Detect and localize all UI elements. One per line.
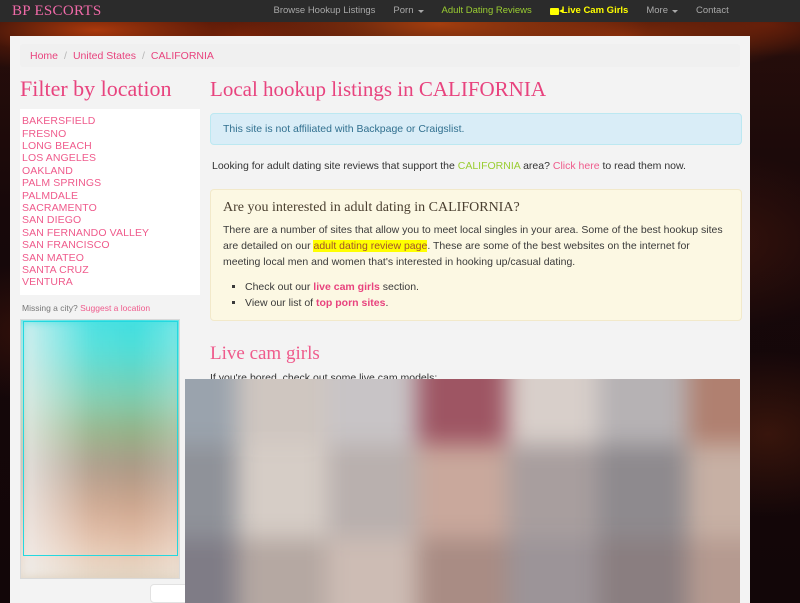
nav-label: Live Cam Girls [561, 5, 629, 16]
cam-thumbnail[interactable] [327, 444, 418, 538]
cam-thumbnail[interactable] [237, 379, 328, 445]
cam-thumbnail[interactable] [687, 379, 740, 445]
breadcrumb-current: CALIFORNIA [150, 49, 214, 62]
chevron-down-icon [417, 9, 424, 13]
adult-dating-info-panel: Are you interested in adult dating in CA… [210, 188, 742, 322]
suggest-location-link[interactable]: Suggest a location [80, 303, 150, 313]
cam-thumbnail[interactable] [507, 444, 598, 538]
sidebar: Filter by location BAKERSFIELD FRESNO LO… [10, 76, 200, 579]
bullet-before: Check out our [245, 280, 314, 293]
site-logo[interactable]: BP ESCORTS [0, 3, 102, 20]
chevron-down-icon [671, 9, 678, 13]
sidebar-item-los-angeles[interactable]: LOS ANGELES [20, 152, 200, 164]
lead-middle: area? [520, 160, 553, 173]
nav-item-adult-dating-reviews[interactable]: Adult Dating Reviews [433, 0, 541, 22]
sidebar-ad-banner[interactable] [20, 318, 180, 579]
cam-thumbnail[interactable] [417, 444, 508, 538]
sidebar-item-long-beach[interactable]: LONG BEACH [20, 140, 200, 152]
nav-label: More [646, 5, 668, 16]
top-porn-sites-link[interactable]: top porn sites [316, 297, 385, 309]
list-item: View our list of top porn sites. [245, 295, 729, 312]
nav-label: Porn [393, 5, 414, 16]
sidebar-item-palm-springs[interactable]: PALM SPRINGS [20, 177, 200, 189]
panel-bullet-list: Check out our live cam girls section. Vi… [223, 279, 729, 313]
sidebar-item-bakersfield[interactable]: BAKERSFIELD [20, 115, 200, 127]
cam-thumbnail[interactable] [185, 444, 238, 538]
page-title: Local hookup listings in CALIFORNIA [210, 77, 546, 101]
nav-menu: Browse Hookup Listings Porn Adult Dating… [265, 0, 738, 22]
cam-thumbnail[interactable] [417, 379, 508, 445]
list-item: Check out our live cam girls section. [245, 279, 729, 296]
sidebar-item-fresno[interactable]: FRESNO [20, 128, 200, 140]
cam-thumbnail[interactable] [237, 444, 328, 538]
breadcrumb-separator: / [64, 49, 67, 62]
cam-thumbnail-grid [185, 379, 740, 603]
nav-item-browse-hookup-listings[interactable]: Browse Hookup Listings [265, 0, 385, 22]
cam-thumbnail[interactable] [185, 537, 238, 603]
nav-item-more[interactable]: More [637, 0, 687, 22]
live-cam-girls-section-title: Live cam girls [210, 343, 320, 365]
nav-item-contact[interactable]: Contact [687, 0, 738, 22]
video-camera-icon [549, 7, 563, 15]
sidebar-item-oakland[interactable]: OAKLAND [20, 165, 200, 177]
sidebar-item-palmdale[interactable]: PALMDALE [20, 190, 200, 202]
city-filter-list: BAKERSFIELD FRESNO LONG BEACH LOS ANGELE… [20, 109, 200, 295]
bullet-before: View our list of [245, 297, 317, 310]
reviews-lead-text: Looking for adult dating site reviews th… [212, 159, 742, 175]
breadcrumb-link-home[interactable]: Home [30, 50, 58, 62]
nav-label: Contact [695, 5, 729, 16]
cam-thumbnail[interactable] [597, 537, 688, 603]
breadcrumb-separator: / [141, 49, 145, 62]
nav-item-live-cam-girls[interactable]: Live Cam Girls [541, 0, 638, 22]
missing-city-text: Missing a city? [22, 302, 78, 313]
cam-thumbnail[interactable] [597, 444, 688, 538]
live-cam-girls-link[interactable]: live cam girls [313, 281, 380, 293]
sidebar-item-san-fernando-valley[interactable]: SAN FERNANDO VALLEY [20, 227, 200, 239]
sidebar-item-san-mateo[interactable]: SAN MATEO [20, 252, 200, 264]
nav-label: Adult Dating Reviews [441, 5, 532, 16]
bullet-after: section. [379, 280, 419, 293]
lead-region: CALIFORNIA [457, 160, 521, 173]
cam-thumbnail[interactable] [237, 537, 328, 603]
sidebar-item-santa-cruz[interactable]: SANTA CRUZ [20, 264, 200, 276]
cam-thumbnail[interactable] [687, 537, 740, 603]
cam-thumbnail[interactable] [687, 444, 740, 538]
live-cam-thumbnail-gallery[interactable] [185, 379, 740, 603]
adult-dating-review-page-link[interactable]: adult dating review page [313, 240, 428, 253]
cam-thumbnail[interactable] [185, 379, 238, 445]
sidebar-ad-overlay [21, 319, 179, 578]
panel-heading: Are you interested in adult dating in CA… [223, 199, 520, 215]
sidebar-item-ventura[interactable]: VENTURA [20, 276, 200, 288]
top-navbar: BP ESCORTS Browse Hookup Listings Porn A… [0, 0, 800, 22]
cam-thumbnail[interactable] [417, 537, 508, 603]
sidebar-item-san-diego[interactable]: SAN DIEGO [20, 214, 200, 226]
lead-before: Looking for adult dating site reviews th… [212, 160, 458, 173]
cam-thumbnail[interactable] [507, 537, 598, 603]
breadcrumb-link-united-states[interactable]: United States [73, 50, 136, 62]
missing-city-note: Missing a city? Suggest a location [20, 295, 200, 317]
cam-thumbnail[interactable] [327, 379, 418, 445]
alert-text: This site is not affiliated with Backpag… [223, 123, 465, 136]
panel-paragraph: There are a number of sites that allow y… [223, 222, 729, 271]
cam-thumbnail[interactable] [507, 379, 598, 445]
sidebar-item-san-francisco[interactable]: SAN FRANCISCO [20, 239, 200, 251]
nav-label: Browse Hookup Listings [273, 5, 376, 16]
cam-thumbnail[interactable] [597, 379, 688, 445]
sidebar-item-sacramento[interactable]: SACRAMENTO [20, 202, 200, 214]
click-here-link[interactable]: Click here [553, 160, 600, 172]
bullet-after: . [385, 297, 389, 310]
sidebar-title: Filter by location [20, 76, 172, 101]
lead-after: to read them now. [599, 160, 686, 173]
breadcrumb: Home / United States / CALIFORNIA [20, 44, 740, 67]
cam-thumbnail[interactable] [327, 537, 418, 603]
affiliation-disclaimer-alert: This site is not affiliated with Backpag… [210, 113, 742, 146]
nav-item-porn[interactable]: Porn [384, 0, 432, 22]
